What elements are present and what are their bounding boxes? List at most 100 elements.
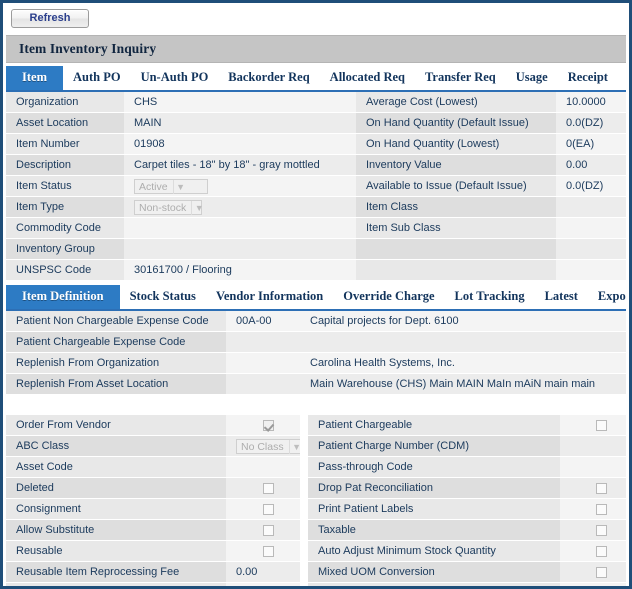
definition-replenish-from-organization-description: Carolina Health Systems, Inc. — [300, 353, 632, 374]
definition-reusable-checkbox[interactable] — [263, 546, 274, 557]
definition-patient-chargeable-value[interactable] — [560, 415, 632, 436]
definition-row: Replenish From Organization Carolina Heal… — [6, 353, 632, 374]
tab-receipt[interactable]: Receipt — [558, 66, 618, 90]
summary-right-average-cost-lowest-label: Average Cost (Lowest) — [356, 92, 556, 113]
summary-left-organization-label: Organization — [6, 92, 124, 113]
definition-mixed-uom-conversion-value[interactable] — [560, 562, 632, 583]
item-summary-grid: OrganizationCHSAverage Cost (Lowest)10.0… — [6, 92, 632, 281]
definition-patient-non-chargeable-expense-code-description: Capital projects for Dept. 6100 — [300, 311, 632, 332]
tab-po-history[interactable]: PO History — [618, 66, 626, 90]
summary-left-item-type-label: Item Type — [6, 197, 124, 218]
summary-right-on-hand-quantity-default-issue-value: 0.0(DZ) — [556, 113, 632, 134]
column-gap — [300, 520, 308, 541]
definition-patient-chargeable-label: Patient Chargeable — [308, 415, 560, 436]
tab-auth-po[interactable]: Auth PO — [63, 66, 131, 90]
definition-abc-class-dropdown[interactable]: No Class▼ — [236, 439, 300, 454]
definition-consignment-checkbox[interactable] — [263, 504, 274, 515]
definition-reusable-revenue-department-value — [226, 583, 300, 589]
definition-patient-chargeable-expense-code-description — [300, 332, 632, 353]
definition-deleted-value[interactable] — [226, 478, 300, 499]
item-definition-wide-grid: Patient Non Chargeable Expense Code00A-0… — [6, 311, 632, 395]
tab-backorder-req[interactable]: Backorder Req — [218, 66, 319, 90]
definition-taxable-checkbox[interactable] — [596, 525, 607, 536]
tab-allocated-req[interactable]: Allocated Req — [320, 66, 415, 90]
summary-left-asset-location-value: MAIN — [124, 113, 356, 134]
definition-print-patient-labels-checkbox[interactable] — [596, 504, 607, 515]
summary-left-item-status-dropdown[interactable]: Active▼ — [134, 179, 208, 194]
definition-mixed-uom-conversion-checkbox[interactable] — [596, 567, 607, 578]
definition-abc-class-dropdown-value: No Class — [241, 440, 284, 454]
definition-row: Consignment Print Patient Labels — [6, 499, 632, 520]
definition-patient-non-chargeable-expense-code-value[interactable]: 00A-00 — [226, 311, 300, 332]
definition-reusable-value[interactable] — [226, 541, 300, 562]
definition-row: ABC ClassNo Class▼Patient Charge Number … — [6, 436, 632, 457]
definition-patient-chargeable-checkbox[interactable] — [596, 420, 607, 431]
summary-row: UNSPSC Code30161700 / Flooring — [6, 260, 632, 281]
definition-row: Allow SubstituteTaxable — [6, 520, 632, 541]
definition-auto-adjust-minimum-stock-quantity-checkbox[interactable] — [596, 546, 607, 557]
summary-left-asset-location-label: Asset Location — [6, 113, 124, 134]
definition-replenish-from-asset-location-value[interactable] — [226, 374, 300, 395]
summary-left-item-type-value[interactable]: Non-stock▼ — [124, 197, 356, 218]
definition-drop-pat-reconciliation-value[interactable] — [560, 478, 632, 499]
grid-spacer-cell — [6, 395, 632, 415]
tab-override-charge[interactable]: Override Charge — [333, 285, 444, 309]
definition-consignment-label: Consignment — [6, 499, 226, 520]
definition-multi-source-label: Multi-Source — [308, 583, 560, 589]
definition-patient-non-chargeable-expense-code-label: Patient Non Chargeable Expense Code — [6, 311, 226, 332]
refresh-button[interactable]: Refresh — [11, 9, 89, 28]
summary-right-blank-label — [356, 260, 556, 281]
summary-left-item-status-label: Item Status — [6, 176, 124, 197]
summary-right-blank-value — [556, 239, 632, 260]
tab-item[interactable]: Item — [6, 66, 63, 90]
definition-taxable-value[interactable] — [560, 520, 632, 541]
tab-stock-status[interactable]: Stock Status — [120, 285, 206, 309]
column-gap — [300, 583, 308, 589]
definition-auto-adjust-minimum-stock-quantity-value[interactable] — [560, 541, 632, 562]
definition-print-patient-labels-label: Print Patient Labels — [308, 499, 560, 520]
tab-vendor-information[interactable]: Vendor Information — [206, 285, 333, 309]
summary-right-blank-label — [356, 239, 556, 260]
definition-abc-class-label: ABC Class — [6, 436, 226, 457]
definition-consignment-value[interactable] — [226, 499, 300, 520]
tab-latest[interactable]: Latest — [535, 285, 588, 309]
definition-pass-through-code-value — [560, 457, 632, 478]
summary-right-blank-value — [556, 260, 632, 281]
tab-lot-tracking[interactable]: Lot Tracking — [445, 285, 535, 309]
summary-left-description-value: Carpet tiles - 18" by 18" - gray mottled — [124, 155, 356, 176]
summary-left-commodity-code-value — [124, 218, 356, 239]
tab-export-cont[interactable]: Export Cont — [588, 285, 626, 309]
summary-left-item-status-value[interactable]: Active▼ — [124, 176, 356, 197]
page-title: Item Inventory Inquiry — [6, 35, 626, 63]
definition-drop-pat-reconciliation-checkbox[interactable] — [596, 483, 607, 494]
summary-row: OrganizationCHSAverage Cost (Lowest)10.0… — [6, 92, 632, 113]
tab-item-definition[interactable]: Item Definition — [6, 285, 120, 309]
definition-mixed-uom-conversion-label: Mixed UOM Conversion — [308, 562, 560, 583]
summary-row: Item Number01908On Hand Quantity (Lowest… — [6, 134, 632, 155]
definition-multi-source-value[interactable] — [560, 583, 632, 589]
definition-replenish-from-organization-label: Replenish From Organization — [6, 353, 226, 374]
definition-row: Asset CodePass-through Code — [6, 457, 632, 478]
tab-transfer-req[interactable]: Transfer Req — [415, 66, 506, 90]
summary-left-item-type-dropdown[interactable]: Non-stock▼ — [134, 200, 202, 215]
primary-tab-strip: ItemAuth POUn-Auth POBackorder ReqAlloca… — [6, 66, 626, 92]
definition-order-from-vendor-value[interactable] — [226, 415, 300, 436]
summary-right-inventory-value-value: 0.00 — [556, 155, 632, 176]
definition-replenish-from-organization-value[interactable] — [226, 353, 300, 374]
summary-left-inventory-group-label: Inventory Group — [6, 239, 124, 260]
definition-abc-class-value[interactable]: No Class▼ — [226, 436, 300, 457]
tab-un-auth-po[interactable]: Un-Auth PO — [131, 66, 219, 90]
definition-allow-substitute-checkbox[interactable] — [263, 525, 274, 536]
definition-allow-substitute-value[interactable] — [226, 520, 300, 541]
definition-deleted-checkbox[interactable] — [263, 483, 274, 494]
tab-usage[interactable]: Usage — [506, 66, 558, 90]
definition-print-patient-labels-value[interactable] — [560, 499, 632, 520]
summary-left-inventory-group-value — [124, 239, 356, 260]
secondary-tab-strip: Item DefinitionStock StatusVendor Inform… — [6, 285, 626, 311]
definition-patient-chargeable-expense-code-value[interactable] — [226, 332, 300, 353]
right-edge-filler — [626, 3, 629, 586]
column-gap — [300, 541, 308, 562]
column-gap — [300, 562, 308, 583]
summary-right-item-sub-class-label: Item Sub Class — [356, 218, 556, 239]
definition-order-from-vendor-checkbox[interactable] — [263, 420, 274, 431]
